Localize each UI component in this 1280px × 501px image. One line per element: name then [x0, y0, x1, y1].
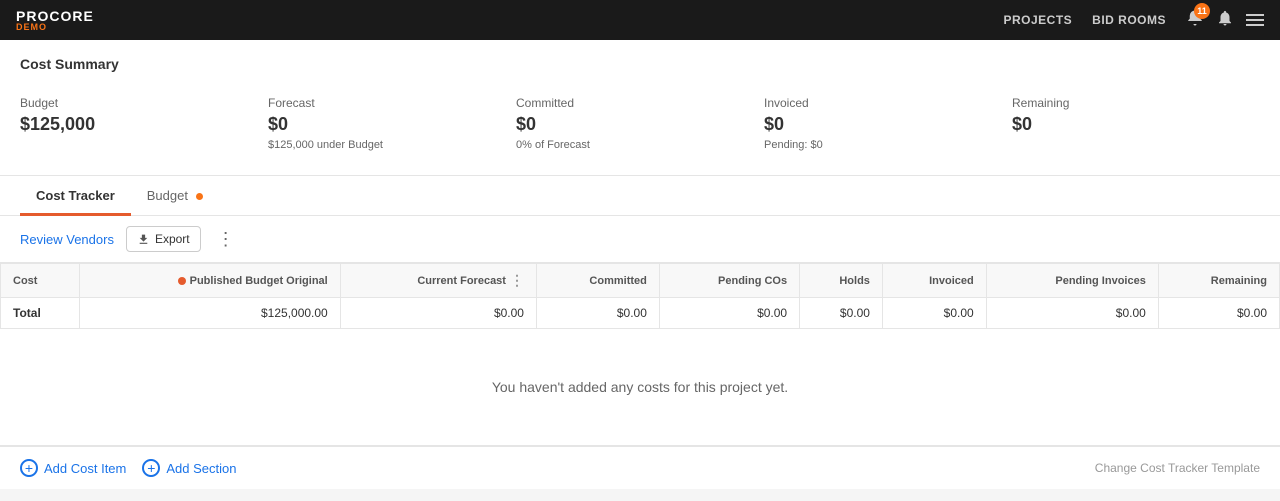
- forecast-card: Forecast $0 $125,000 under Budget: [268, 88, 516, 159]
- bid-rooms-link[interactable]: BID ROOMS: [1092, 13, 1166, 27]
- budget-tab-dot: [196, 193, 203, 200]
- table-header-row: Cost Published Budget Original Current F…: [1, 264, 1280, 298]
- total-pending-cos: $0.00: [659, 298, 799, 329]
- tabs: Cost Tracker Budget: [20, 176, 1260, 215]
- col-committed: Committed: [536, 264, 659, 298]
- total-published-budget: $125,000.00: [79, 298, 340, 329]
- committed-value: $0: [516, 114, 744, 135]
- col-cost: Cost: [1, 264, 80, 298]
- hamburger-menu[interactable]: [1246, 14, 1264, 26]
- projects-link[interactable]: PROJECTS: [1003, 13, 1072, 27]
- invoiced-card: Invoiced $0 Pending: $0: [764, 88, 1012, 159]
- export-button[interactable]: Export: [126, 226, 201, 252]
- nav-icons: 11: [1186, 9, 1264, 32]
- review-vendors-link[interactable]: Review Vendors: [20, 232, 114, 247]
- notification-badge: 11: [1194, 3, 1210, 19]
- budget-label: Budget: [20, 96, 248, 110]
- tab-cost-tracker[interactable]: Cost Tracker: [20, 176, 131, 216]
- col-pending-invoices: Pending Invoices: [986, 264, 1158, 298]
- top-navigation: PROCORE DEMO PROJECTS BID ROOMS 11: [0, 0, 1280, 40]
- forecast-sub: $125,000 under Budget: [268, 139, 496, 151]
- change-template-link[interactable]: Change Cost Tracker Template: [1095, 461, 1260, 475]
- total-row: Total $125,000.00 $0.00 $0.00 $0.00 $0.0…: [1, 298, 1280, 329]
- col-published-budget: Published Budget Original: [79, 264, 340, 298]
- forecast-value: $0: [268, 114, 496, 135]
- invoiced-label: Invoiced: [764, 96, 992, 110]
- remaining-value: $0: [1012, 114, 1240, 135]
- logo-demo: DEMO: [16, 22, 94, 32]
- budget-card: Budget $125,000: [20, 88, 268, 159]
- total-invoiced: $0.00: [882, 298, 986, 329]
- tabs-section: Cost Tracker Budget: [0, 176, 1280, 216]
- published-budget-dot: [178, 277, 186, 285]
- empty-state: You haven't added any costs for this pro…: [0, 329, 1280, 446]
- add-section-button[interactable]: + Add Section: [142, 459, 236, 477]
- nav-right: PROJECTS BID ROOMS 11: [1003, 9, 1264, 32]
- total-label: Total: [1, 298, 80, 329]
- col-pending-cos: Pending COs: [659, 264, 799, 298]
- add-section-icon: +: [142, 459, 160, 477]
- remaining-card: Remaining $0: [1012, 88, 1260, 159]
- notifications-icon[interactable]: 11: [1186, 9, 1204, 32]
- cost-summary-title: Cost Summary: [20, 56, 1260, 72]
- bell-icon[interactable]: [1216, 9, 1234, 32]
- cost-summary-section: Cost Summary Budget $125,000 Forecast $0…: [0, 40, 1280, 176]
- table-section: Cost Published Budget Original Current F…: [0, 263, 1280, 446]
- total-committed: $0.00: [536, 298, 659, 329]
- col-remaining: Remaining: [1158, 264, 1279, 298]
- logo: PROCORE DEMO: [16, 8, 94, 32]
- col-invoiced: Invoiced: [882, 264, 986, 298]
- budget-value: $125,000: [20, 114, 248, 135]
- add-cost-item-icon: +: [20, 459, 38, 477]
- total-pending-invoices: $0.00: [986, 298, 1158, 329]
- committed-sub: 0% of Forecast: [516, 139, 744, 151]
- footer-actions: + Add Cost Item + Add Section: [20, 459, 236, 477]
- total-holds: $0.00: [800, 298, 883, 329]
- total-current-forecast: $0.00: [340, 298, 536, 329]
- committed-card: Committed $0 0% of Forecast: [516, 88, 764, 159]
- total-remaining: $0.00: [1158, 298, 1279, 329]
- forecast-label: Forecast: [268, 96, 496, 110]
- tab-budget[interactable]: Budget: [131, 176, 219, 216]
- cost-tracker-table: Cost Published Budget Original Current F…: [0, 263, 1280, 329]
- forecast-column-menu-icon[interactable]: ⋮: [510, 272, 524, 289]
- export-icon: [137, 233, 150, 246]
- col-holds: Holds: [800, 264, 883, 298]
- committed-label: Committed: [516, 96, 744, 110]
- toolbar: Review Vendors Export ⋮: [0, 216, 1280, 263]
- col-current-forecast: Current Forecast ⋮: [340, 264, 536, 298]
- table-footer: + Add Cost Item + Add Section Change Cos…: [0, 446, 1280, 489]
- invoiced-value: $0: [764, 114, 992, 135]
- cost-summary-cards: Budget $125,000 Forecast $0 $125,000 und…: [20, 88, 1260, 159]
- add-cost-item-button[interactable]: + Add Cost Item: [20, 459, 126, 477]
- invoiced-sub: Pending: $0: [764, 139, 992, 151]
- remaining-label: Remaining: [1012, 96, 1240, 110]
- more-options-button[interactable]: ⋮: [213, 229, 239, 250]
